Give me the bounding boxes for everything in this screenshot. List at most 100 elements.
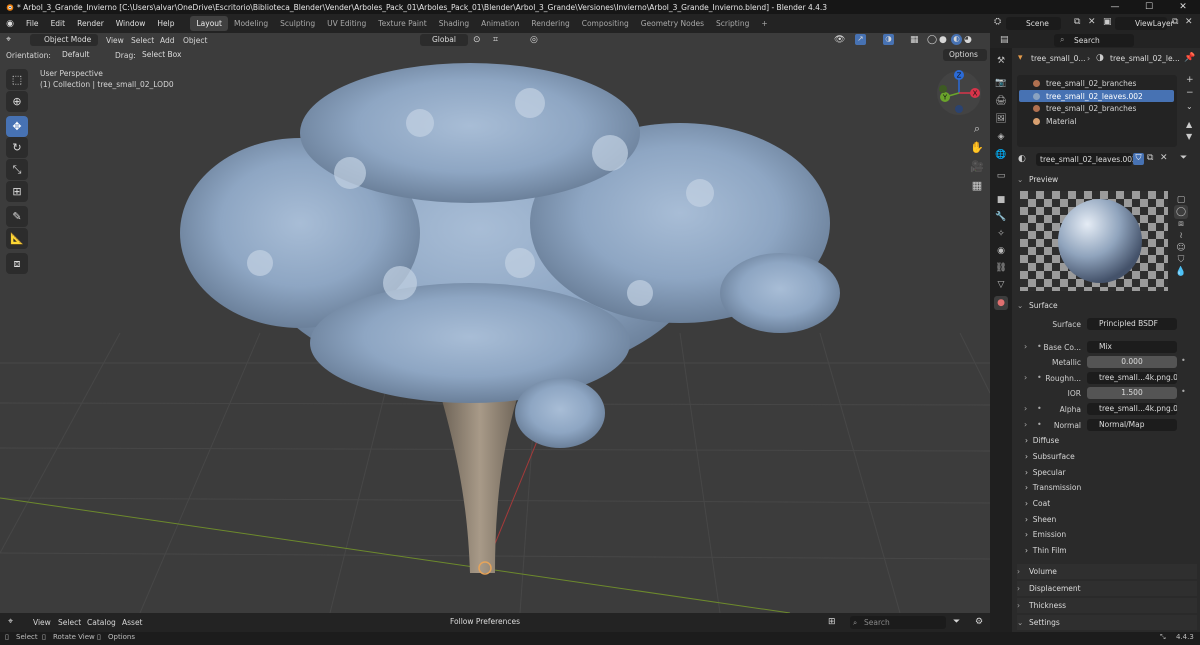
tab-layout[interactable]: Layout <box>190 16 228 31</box>
ortho-grid-icon[interactable]: ▦ <box>966 175 988 195</box>
data-tab-icon[interactable]: ▽ <box>994 278 1008 292</box>
browse-material-icon[interactable]: ◐ <box>1018 154 1026 164</box>
rendered-shading-icon[interactable]: ◕ <box>964 35 972 45</box>
material-datablock-field[interactable]: tree_small_02_leaves.002 <box>1036 153 1137 166</box>
tab-sculpting[interactable]: Sculpting <box>274 16 321 31</box>
pan-hand-icon[interactable]: ✋ <box>966 137 988 157</box>
displacement-panel-header[interactable]: › Displacement <box>1017 581 1197 596</box>
tab-texture-paint[interactable]: Texture Paint <box>372 16 432 31</box>
add-slot-icon[interactable]: + <box>1186 75 1194 85</box>
subsection-emission[interactable]: › Emission <box>1025 530 1066 539</box>
editor-type-icon[interactable]: ⌖ <box>6 35 11 45</box>
material-shading-icon[interactable]: ◐ <box>951 34 962 45</box>
asset-editor-icon[interactable]: ⌖ <box>8 617 13 627</box>
properties-search[interactable]: Search <box>1054 34 1134 47</box>
tool-tab-icon[interactable]: ⚒ <box>994 54 1008 68</box>
pin-icon[interactable]: 📌 <box>1184 53 1195 63</box>
delete-scene-icon[interactable]: ✕ <box>1088 17 1096 27</box>
drag-selector[interactable]: Select Box <box>136 49 190 61</box>
blender-menu-icon[interactable]: ◉ <box>0 19 20 29</box>
menu-object[interactable]: Object <box>183 36 207 45</box>
list-item[interactable]: Material <box>1033 117 1076 126</box>
filter-icon[interactable]: ⏷ <box>953 617 960 627</box>
proportional-edit-icon[interactable]: ◎ <box>530 35 538 45</box>
properties-editor-icon[interactable]: ▤ <box>1000 35 1009 45</box>
normal-field[interactable]: Normal/Map <box>1087 419 1177 431</box>
world-tab-icon[interactable]: 🌐 <box>994 148 1008 162</box>
transform-orientation-selector[interactable]: Global <box>420 34 468 46</box>
physics-tab-icon[interactable]: ◉ <box>994 244 1008 258</box>
camera-icon[interactable]: 🎥 <box>966 156 988 176</box>
list-item[interactable]: tree_small_02_branches <box>1033 79 1136 88</box>
grid-view-icon[interactable]: ⊞ <box>828 617 836 627</box>
output-tab-icon[interactable]: 🖨 <box>994 94 1008 108</box>
maximize-button[interactable]: ☐ <box>1132 0 1166 14</box>
move-slot-up-icon[interactable]: ▲ <box>1186 120 1192 129</box>
menu-select[interactable]: Select <box>131 36 154 45</box>
measure-tool-button[interactable]: 📐 <box>6 228 28 249</box>
snap-icon[interactable]: ⌗ <box>493 35 498 45</box>
delete-view-layer-icon[interactable]: ✕ <box>1185 17 1193 27</box>
list-item[interactable]: tree_small_02_branches <box>1033 104 1136 113</box>
new-scene-icon[interactable]: ⧉ <box>1074 17 1080 27</box>
collection-tab-icon[interactable]: ▭ <box>994 169 1008 183</box>
transform-tool-button[interactable]: ⊞ <box>6 181 28 202</box>
base-color-field[interactable]: Mix <box>1087 341 1177 353</box>
move-slot-down-icon[interactable]: ▼ <box>1186 132 1192 141</box>
tab-shading[interactable]: Shading <box>433 16 475 31</box>
metallic-field[interactable]: 0.000 <box>1087 356 1177 368</box>
constraints-tab-icon[interactable]: ⛓ <box>994 261 1008 275</box>
ior-field[interactable]: 1.500 <box>1087 387 1177 399</box>
annotate-tool-button[interactable]: ✎ <box>6 206 28 227</box>
thickness-panel-header[interactable]: › Thickness <box>1017 598 1197 613</box>
options-dropdown[interactable]: Options <box>943 49 987 61</box>
subsection-thin-film[interactable]: › Thin Film <box>1025 546 1067 555</box>
close-button[interactable]: ✕ <box>1166 0 1200 14</box>
subsection-diffuse[interactable]: › Diffuse <box>1025 436 1059 445</box>
unlink-material-icon[interactable]: ✕ <box>1160 153 1168 163</box>
render-tab-icon[interactable]: 📷 <box>994 76 1008 90</box>
pivot-icon[interactable]: ⊙ <box>473 35 481 45</box>
xray-icon[interactable]: ▦ <box>910 35 919 45</box>
overlays-toggle-icon[interactable]: ◑ <box>883 34 894 45</box>
scene-tab-icon[interactable]: ◈ <box>994 130 1008 144</box>
surface-shader-field[interactable]: Principled BSDF <box>1087 318 1177 330</box>
asset-menu-select[interactable]: Select <box>58 618 81 627</box>
menu-file[interactable]: File <box>20 19 45 28</box>
tab-scripting[interactable]: Scripting <box>710 16 755 31</box>
remove-slot-icon[interactable]: − <box>1186 88 1194 98</box>
particles-tab-icon[interactable]: ✧ <box>994 227 1008 241</box>
object-tab-icon[interactable]: ■ <box>994 193 1008 207</box>
minimize-button[interactable]: — <box>1098 0 1132 14</box>
cursor-tool-button[interactable]: ⊕ <box>6 91 28 112</box>
volume-panel-header[interactable]: › Volume <box>1017 564 1197 579</box>
sort-dropdown[interactable]: Follow Preferences <box>444 616 536 628</box>
tab-compositing[interactable]: Compositing <box>576 16 635 31</box>
keyframe-dot-icon[interactable]: • <box>1181 356 1186 365</box>
add-workspace-button[interactable]: + <box>755 16 773 31</box>
filter-icon[interactable]: ⏷ <box>1180 153 1187 163</box>
roughness-field[interactable]: tree_small...4k.png.001 <box>1087 372 1177 384</box>
keyframe-dot-icon[interactable]: • <box>1181 387 1186 396</box>
tab-modeling[interactable]: Modeling <box>228 16 274 31</box>
new-view-layer-icon[interactable]: ⧉ <box>1172 17 1178 27</box>
settings-panel-header[interactable]: ⌄ Settings <box>1017 615 1197 630</box>
preview-fluid-icon[interactable]: 💧 <box>1174 265 1188 279</box>
scene-selector[interactable]: Scene <box>1006 17 1061 30</box>
visibility-icon[interactable]: 👁 <box>834 35 845 45</box>
menu-window[interactable]: Window <box>110 19 152 28</box>
navigation-gizmo[interactable]: Z X Y <box>935 69 985 119</box>
gizmo-toggle-icon[interactable]: ↗ <box>855 34 866 45</box>
menu-help[interactable]: Help <box>151 19 180 28</box>
material-tab-icon[interactable]: ● <box>994 296 1008 310</box>
tab-geometry-nodes[interactable]: Geometry Nodes <box>635 16 710 31</box>
mode-selector[interactable]: Object Mode <box>30 34 98 46</box>
asset-search-input[interactable]: Search <box>850 616 946 629</box>
view-layer-selector[interactable]: ViewLayer <box>1115 17 1174 30</box>
view-layer-tab-icon[interactable]: 🖼 <box>994 112 1008 126</box>
asset-menu-view[interactable]: View <box>33 618 51 627</box>
wireframe-shading-icon[interactable]: ◯ <box>927 35 937 45</box>
menu-render[interactable]: Render <box>71 19 110 28</box>
subsection-coat[interactable]: › Coat <box>1025 499 1050 508</box>
preview-panel-header[interactable]: ⌄ Preview <box>1017 172 1197 187</box>
